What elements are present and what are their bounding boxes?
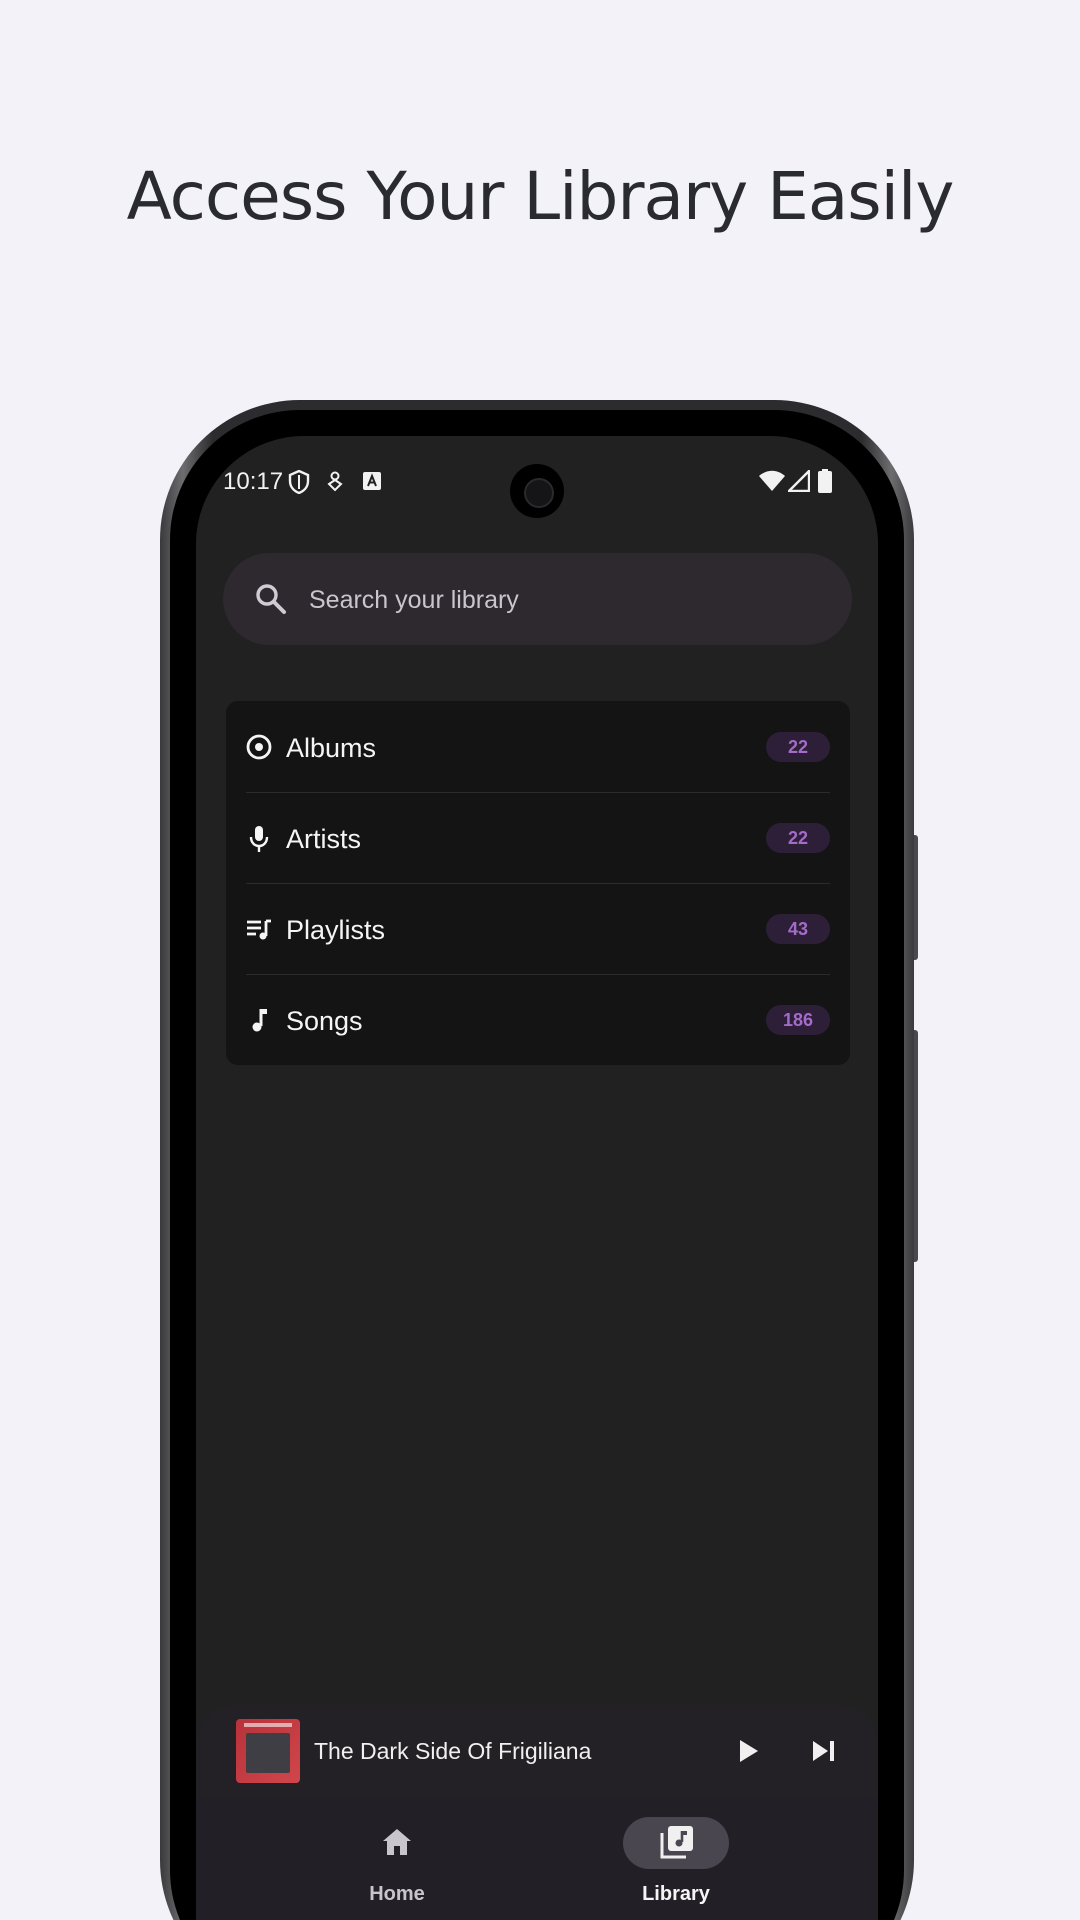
vpn-key-icon	[326, 470, 344, 497]
status-bar: 10:17	[196, 436, 878, 526]
wifi-icon	[758, 470, 786, 497]
search-placeholder: Search your library	[309, 586, 519, 614]
library-item-songs[interactable]: Songs 186	[226, 974, 850, 1065]
count-badge: 43	[766, 914, 830, 944]
nav-label: Library	[642, 1883, 710, 1905]
status-time: 10:17	[223, 468, 284, 495]
library-item-label: Songs	[286, 1006, 363, 1036]
nav-item-library[interactable]: Library	[596, 1797, 756, 1920]
playlist-icon	[246, 916, 272, 942]
signal-icon	[786, 468, 811, 497]
library-item-label: Artists	[286, 824, 362, 854]
library-item-label: Playlists	[286, 915, 386, 945]
album-art	[236, 1719, 300, 1783]
skip-next-icon[interactable]	[810, 1737, 838, 1770]
library-item-albums[interactable]: Albums 22	[226, 701, 850, 792]
library-music-icon	[660, 1825, 694, 1864]
mini-player[interactable]: The Dark Side Of Frigiliana	[196, 1705, 878, 1797]
library-categories-list: Albums 22 Artists 22 Playlists 43 Songs …	[226, 701, 850, 1065]
album-icon	[246, 734, 272, 760]
count-badge: 22	[766, 732, 830, 762]
search-icon	[253, 581, 289, 622]
count-badge: 186	[766, 1005, 830, 1035]
music-note-icon	[246, 1007, 272, 1033]
library-item-artists[interactable]: Artists 22	[226, 792, 850, 883]
phone-screen: 10:17 Search your library Albums 22 Arti…	[196, 436, 878, 1920]
microphone-icon	[246, 825, 272, 852]
front-camera	[510, 464, 564, 518]
count-badge: 22	[766, 823, 830, 853]
bottom-navigation: Home Library	[196, 1797, 878, 1920]
shield-icon	[288, 469, 310, 499]
battery-icon	[818, 469, 832, 498]
headline: Access Your Library Easily	[126, 158, 955, 235]
library-item-label: Albums	[286, 733, 377, 763]
home-icon	[381, 1827, 413, 1862]
play-icon[interactable]	[732, 1735, 764, 1772]
keyboard-a-icon	[363, 472, 381, 495]
search-bar[interactable]: Search your library	[223, 553, 852, 645]
now-playing-title: The Dark Side Of Frigiliana	[314, 1738, 592, 1764]
nav-item-home[interactable]: Home	[317, 1797, 477, 1920]
nav-label: Home	[369, 1883, 425, 1905]
library-item-playlists[interactable]: Playlists 43	[226, 883, 850, 974]
